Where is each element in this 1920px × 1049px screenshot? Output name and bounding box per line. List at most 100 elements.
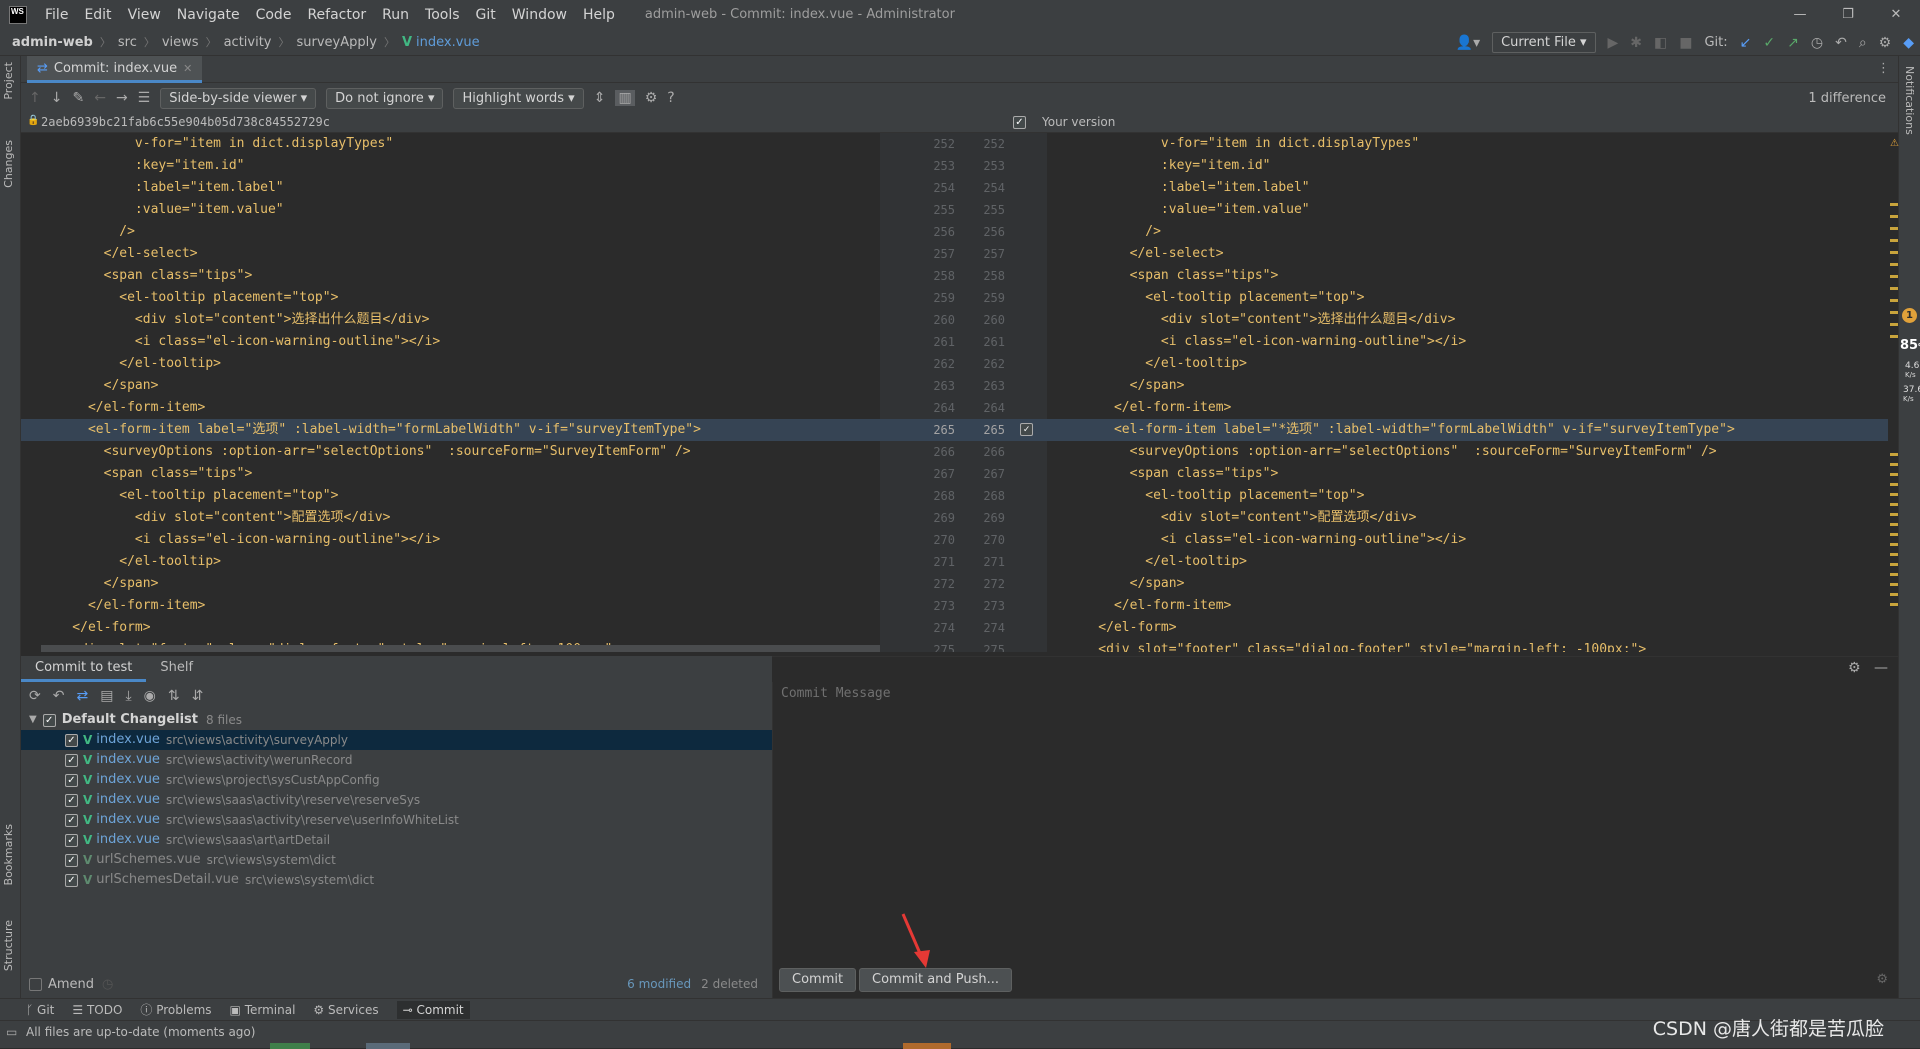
status-panel-icon[interactable]: ▭ (6, 1021, 17, 1043)
collapse-all-icon[interactable]: ⇵ (192, 688, 204, 704)
menu-view[interactable]: View (120, 7, 169, 23)
settings-gear-icon[interactable]: ⚙ (1879, 35, 1892, 51)
webstorm-logo-icon[interactable]: WS (9, 5, 27, 24)
debug-icon[interactable]: ✱ (1630, 35, 1642, 51)
git-push-icon[interactable]: ↗ (1787, 35, 1799, 51)
your-version-checkbox[interactable]: ✓ (1013, 116, 1026, 129)
tab-shelf[interactable]: Shelf (146, 656, 207, 682)
changed-file-row[interactable]: ✓ Vindex.vue src\views\activity\werunRecor… (21, 750, 772, 770)
breadcrumb-project[interactable]: admin-web (12, 35, 93, 50)
show-diff-icon[interactable]: ⇄ (76, 688, 88, 704)
refresh-icon[interactable]: ⟳ (29, 688, 41, 704)
changed-file-row[interactable]: ✓ Vindex.vue src\views\saas\art\artDetail (21, 830, 772, 850)
file-checkbox[interactable]: ✓ (65, 773, 78, 787)
amend-history-icon[interactable]: ◷ (102, 977, 113, 992)
project-tool-tab[interactable]: Project (2, 62, 15, 100)
next-file-icon[interactable]: → (116, 90, 128, 106)
viewer-dropdown[interactable]: Side-by-side viewer ▾ (160, 87, 317, 109)
breadcrumb-activity[interactable]: activity (224, 35, 272, 50)
breadcrumb-views[interactable]: views (162, 35, 199, 50)
menu-refactor[interactable]: Refactor (299, 7, 374, 23)
minimize-button[interactable]: — (1776, 0, 1824, 29)
changelist-icon[interactable]: ▤ (100, 688, 113, 704)
tool-terminal[interactable]: ▣ Terminal (230, 1003, 296, 1017)
tab-commit-to-test[interactable]: Commit to test (21, 656, 147, 682)
changes-tool-tab[interactable]: Changes (2, 140, 15, 188)
breadcrumb-surveyapply[interactable]: surveyApply (297, 35, 377, 50)
horizontal-scrollbar[interactable] (41, 645, 880, 652)
edit-source-icon[interactable]: ✎ (72, 90, 84, 106)
diff-settings-gear-icon[interactable]: ⚙ (645, 90, 658, 106)
run-config-dropdown[interactable]: Current File ▾ (1492, 32, 1596, 53)
more-options-icon[interactable]: ⋮ (1877, 61, 1890, 76)
changelist-header[interactable]: ▼ ✓ Default Changelist 8 files (21, 710, 772, 730)
file-checkbox[interactable]: ✓ (65, 833, 78, 847)
close-window-button[interactable]: ✕ (1872, 0, 1920, 29)
changed-file-row[interactable]: ✓ Vindex.vue src\views\activity\surveyAppl… (21, 730, 772, 750)
coverage-icon[interactable]: ◧ (1654, 35, 1667, 51)
changed-file-row[interactable]: ✓ VurlSchemesDetail.vue src\views\system\d… (21, 870, 772, 890)
menu-file[interactable]: File (37, 7, 76, 23)
changed-file-row[interactable]: ✓ VurlSchemes.vue src\views\system\dict (21, 850, 772, 870)
menu-code[interactable]: Code (248, 7, 300, 23)
git-commit-icon[interactable]: ✓ (1763, 35, 1775, 51)
diff-left-pane[interactable]: v-for="item in dict.displayTypes" :key="… (21, 133, 880, 652)
file-checkbox[interactable]: ✓ (65, 733, 78, 747)
tool-git[interactable]: ᚴ Git (26, 1003, 54, 1017)
view-options-eye-icon[interactable]: ◉ (144, 688, 156, 704)
history-icon[interactable]: ◷ (1811, 35, 1823, 51)
notification-badge[interactable]: 1 (1902, 308, 1917, 323)
next-difference-icon[interactable]: ↓ (51, 90, 63, 106)
diff-right-pane[interactable]: v-for="item in dict.displayTypes" :key="… (1047, 133, 1888, 652)
tool-services[interactable]: ⚙ Services (313, 1003, 378, 1017)
menu-edit[interactable]: Edit (76, 7, 119, 23)
menu-tools[interactable]: Tools (417, 7, 468, 23)
changed-file-row[interactable]: ✓ Vindex.vue src\views\saas\activity\reser… (21, 790, 772, 810)
structure-tool-tab[interactable]: Structure (2, 920, 15, 971)
restore-button[interactable]: ❐ (1824, 0, 1872, 29)
tool-commit[interactable]: ⊸ Commit (396, 1000, 470, 1019)
amend-checkbox[interactable] (29, 977, 42, 991)
ignore-dropdown[interactable]: Do not ignore ▾ (326, 87, 444, 109)
git-update-icon[interactable]: ↙ (1740, 35, 1752, 51)
changelist-checkbox[interactable]: ✓ (42, 713, 56, 727)
help-icon[interactable]: ? (667, 90, 674, 106)
include-change-checkbox[interactable]: ✓ (1020, 423, 1033, 436)
search-icon[interactable]: ⌕ (1859, 35, 1867, 51)
stop-icon[interactable]: ■ (1679, 35, 1692, 51)
menu-git[interactable]: Git (468, 7, 504, 23)
tool-problems[interactable]: ⓘ Problems (140, 1001, 211, 1018)
panel-settings-gear-icon[interactable]: ⚙ (1848, 660, 1861, 676)
highlight-dropdown[interactable]: Highlight words ▾ (453, 87, 584, 109)
rollback-changes-icon[interactable]: ↶ (53, 688, 65, 704)
hide-panel-icon[interactable]: — (1874, 660, 1888, 676)
sync-scroll-icon[interactable]: ▥ (615, 90, 635, 106)
diff-scroll-marks[interactable]: ⚠ (1888, 133, 1899, 652)
file-checkbox[interactable]: ✓ (65, 853, 78, 867)
file-checkbox[interactable]: ✓ (65, 793, 78, 807)
file-list-icon[interactable]: ☰ (138, 90, 151, 106)
rollback-icon[interactable]: ↶ (1835, 35, 1847, 51)
menu-help[interactable]: Help (575, 7, 623, 23)
collapse-unchanged-icon[interactable]: ⇕ (594, 90, 606, 106)
menu-window[interactable]: Window (504, 7, 575, 23)
user-icon[interactable]: 👤▾ (1456, 35, 1480, 51)
file-checkbox[interactable]: ✓ (65, 873, 78, 887)
expand-arrow-icon[interactable]: ▼ (29, 710, 37, 730)
breadcrumb-src[interactable]: src (118, 35, 137, 50)
changed-file-row[interactable]: ✓ Vindex.vue src\views\project\sysCustAppC… (21, 770, 772, 790)
tab-commit-index-vue[interactable]: ⇄ Commit: index.vue ✕ (27, 56, 203, 83)
changed-file-row[interactable]: ✓ Vindex.vue src\views\saas\activity\reser… (21, 810, 772, 830)
commit-options-gear-icon[interactable]: ⚙ (1876, 972, 1888, 987)
commit-button[interactable]: Commit (779, 968, 857, 992)
shelve-icon[interactable]: ⤓ (125, 688, 131, 704)
menu-navigate[interactable]: Navigate (169, 7, 248, 23)
close-tab-icon[interactable]: ✕ (183, 62, 192, 75)
jetbrains-icon[interactable]: ◆ (1903, 35, 1914, 51)
prev-difference-icon[interactable]: ↑ (29, 90, 41, 106)
breadcrumb-file[interactable]: index.vue (416, 35, 480, 50)
tool-todo[interactable]: ☰ TODO (72, 1003, 122, 1017)
expand-all-icon[interactable]: ⇅ (168, 688, 180, 704)
file-checkbox[interactable]: ✓ (65, 813, 78, 827)
menu-run[interactable]: Run (374, 7, 417, 23)
